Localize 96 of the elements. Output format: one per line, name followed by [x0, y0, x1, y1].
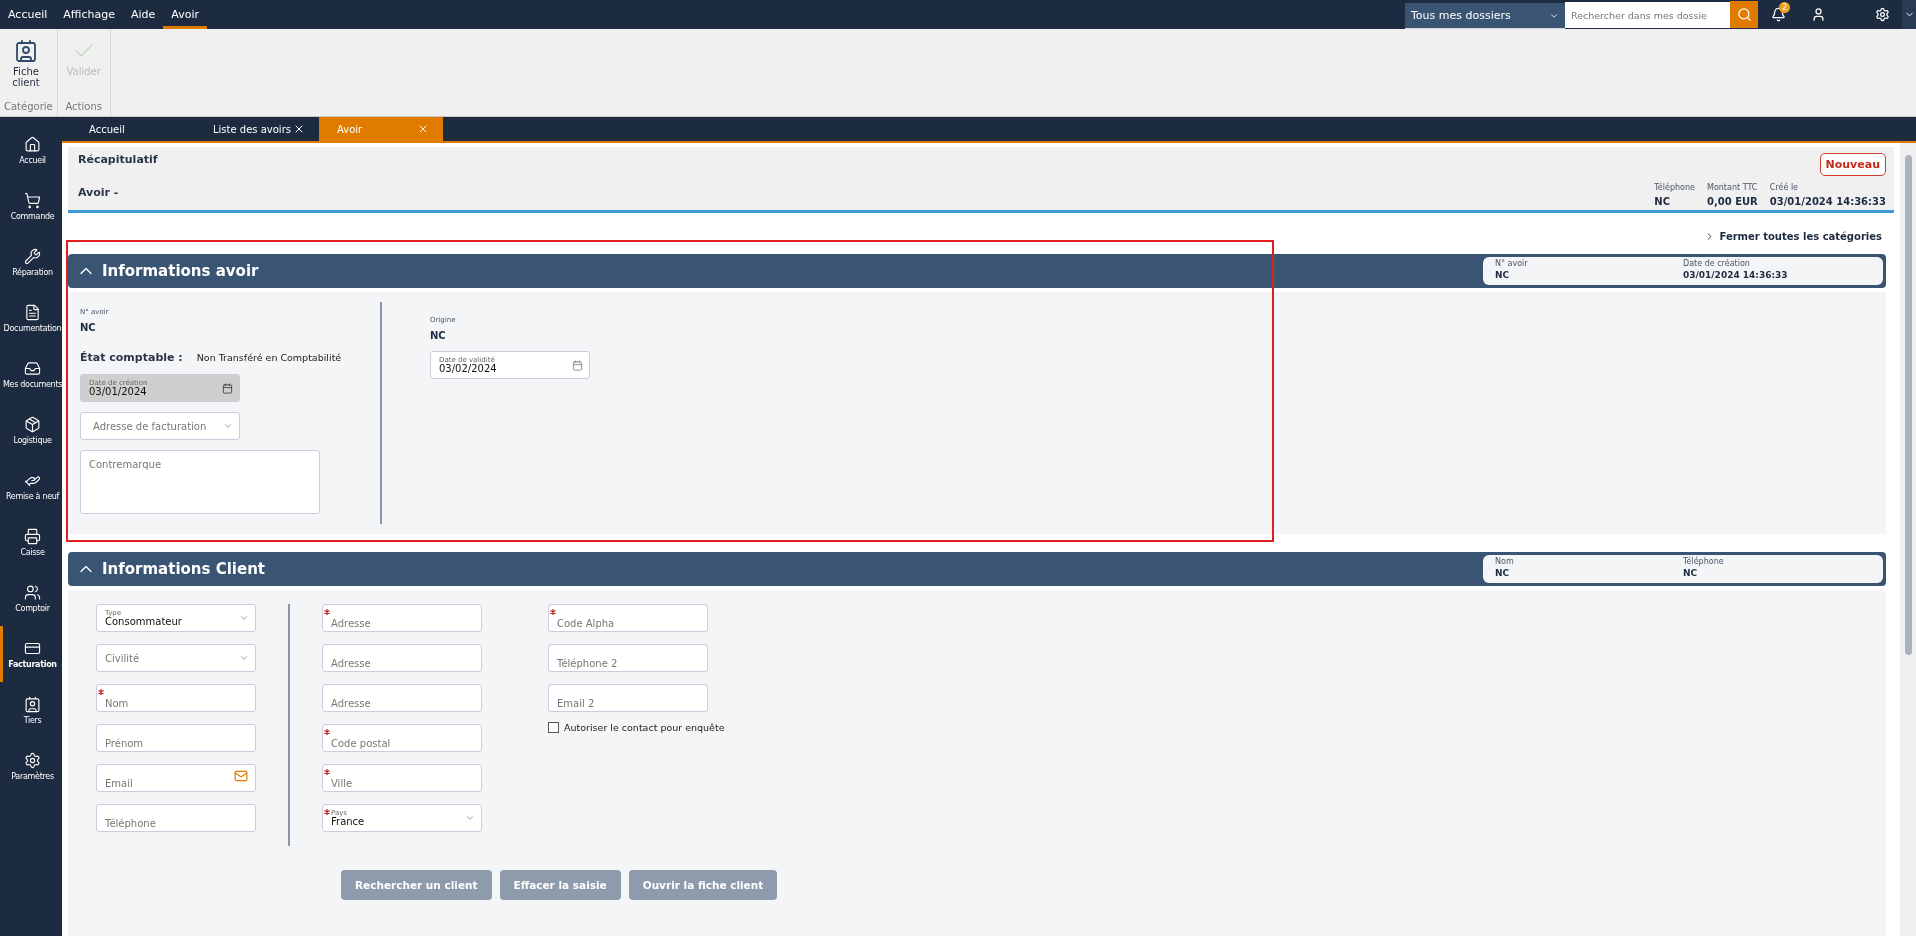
summary-value: 03/01/2024 14:36:33: [1683, 270, 1789, 280]
new-button[interactable]: Nouveau: [1819, 153, 1886, 176]
recap-title: Récapitulatif: [78, 153, 158, 166]
caret-icon: [223, 421, 233, 431]
required-icon: [324, 809, 330, 815]
menu-item[interactable]: Accueil: [0, 0, 56, 29]
inbox-icon: [24, 359, 41, 377]
sidebar-item[interactable]: Documentation: [0, 290, 62, 346]
recap-label: Montant TTC: [1707, 183, 1758, 192]
input-field[interactable]: Téléphone: [96, 804, 256, 832]
scrollbar[interactable]: [1900, 143, 1916, 936]
summary-label: Date de création: [1683, 259, 1751, 268]
document-icon: [24, 303, 41, 321]
checkbox[interactable]: [548, 722, 559, 733]
settings-icon: [1874, 7, 1890, 22]
section-title: Informations Client: [102, 560, 265, 578]
wrench-icon: [24, 247, 41, 265]
people-icon: [24, 583, 41, 601]
input-field[interactable]: Nom: [96, 684, 256, 712]
input-field[interactable]: Email 2: [548, 684, 708, 712]
sidebar-item[interactable]: Paramètres: [0, 738, 62, 794]
expand-button[interactable]: [1902, 0, 1916, 29]
input-field[interactable]: Code Alpha: [548, 604, 708, 632]
caret-icon: [239, 613, 249, 623]
select-field[interactable]: Civilité: [96, 644, 256, 672]
ribbon-button[interactable]: Fiche client: [0, 29, 52, 101]
select-field[interactable]: Adresse de facturation: [80, 412, 240, 440]
section-header[interactable]: Informations avoir N° avoir NC Date de création 03/01/2024 14:36:33: [68, 254, 1886, 288]
summary-value: NC: [1495, 270, 1511, 280]
sidebar-item[interactable]: Remise à neuf: [0, 458, 62, 514]
field-value: NC: [80, 322, 97, 333]
envelope-icon: [234, 769, 248, 783]
required-icon: [550, 609, 556, 615]
cart-icon: [24, 191, 41, 209]
contact-card-icon: [24, 695, 41, 713]
field-label: État comptable :: [80, 351, 183, 364]
sidebar-item[interactable]: Caisse: [0, 514, 62, 570]
summary-value: NC: [1683, 568, 1699, 578]
input-field[interactable]: Téléphone 2: [548, 644, 708, 672]
printer-icon: [24, 527, 41, 545]
section-title: Informations avoir: [102, 262, 259, 280]
contact-card-icon: [14, 39, 38, 63]
email-field[interactable]: Email: [96, 764, 256, 792]
required-icon: [324, 769, 330, 775]
calendar-icon: [222, 382, 233, 394]
sidebar-item[interactable]: Accueil: [0, 122, 62, 178]
input-field[interactable]: Ville: [322, 764, 482, 792]
close-icon[interactable]: [293, 123, 305, 135]
section-header[interactable]: Informations Client Nom NC Téléphone NC: [68, 552, 1886, 586]
summary-label: Nom: [1495, 557, 1515, 566]
document-tab[interactable]: Liste des avoirs: [195, 117, 319, 141]
search-button[interactable]: [1730, 1, 1758, 28]
required-icon: [324, 609, 330, 615]
recap-value: 03/01/2024 14:36:33: [1769, 196, 1886, 207]
recap-label: Créé le: [1769, 183, 1800, 192]
search-icon: [1736, 7, 1752, 22]
collapse-all-link[interactable]: Fermer toutes les catégories: [1704, 231, 1882, 242]
sidebar-item[interactable]: Commande: [0, 178, 62, 234]
caret-icon: [465, 813, 475, 823]
search-field[interactable]: Rechercher dans mes dossie: [1565, 2, 1730, 28]
caret-icon: [239, 653, 249, 663]
ribbon-group-label: Catégorie: [3, 101, 54, 114]
recap-label: Téléphone: [1654, 183, 1695, 192]
input-field[interactable]: Code postal: [322, 724, 482, 752]
input-field[interactable]: Adresse: [322, 644, 482, 672]
required-icon: [324, 729, 330, 735]
house-icon: [24, 135, 41, 153]
required-icon: [98, 689, 104, 695]
document-tab[interactable]: Accueil: [71, 117, 195, 141]
input-field[interactable]: Adresse: [322, 604, 482, 632]
field-value: NC: [430, 330, 447, 341]
summary-label: Téléphone: [1683, 557, 1725, 566]
menu-item[interactable]: Aide: [122, 0, 164, 29]
recap-value: NC: [1654, 196, 1672, 207]
settings-icon: [24, 751, 41, 769]
field-value: Non Transféré en Comptabilité: [196, 352, 342, 363]
checkbox-label: Autoriser le contact pour enquête: [564, 722, 725, 733]
ribbon-group-label: Actions: [64, 101, 103, 114]
input-field[interactable]: Prénom: [96, 724, 256, 752]
package-icon: [24, 415, 41, 433]
summary-value: NC: [1495, 568, 1511, 578]
user-icon: [1810, 7, 1826, 22]
recap-value: 0,00 EUR: [1707, 196, 1758, 207]
menu-item[interactable]: Affichage: [55, 0, 123, 29]
sidebar-item[interactable]: Tiers: [0, 682, 62, 738]
document-title: Avoir -: [78, 186, 120, 199]
calendar-icon: [572, 359, 583, 371]
sidebar-item[interactable]: Comptoir: [0, 570, 62, 626]
notification-count: 2: [1779, 2, 1790, 13]
folder-select[interactable]: Tous mes dossiers: [1405, 3, 1565, 29]
sidebar-item[interactable]: Réparation: [0, 234, 62, 290]
summary-label: N° avoir: [1495, 259, 1529, 268]
sidebar-item[interactable]: Logistique: [0, 402, 62, 458]
sidebar-item[interactable]: Mes documents: [0, 346, 62, 402]
text-area[interactable]: Contremarque: [80, 450, 320, 514]
input-field[interactable]: Adresse: [322, 684, 482, 712]
